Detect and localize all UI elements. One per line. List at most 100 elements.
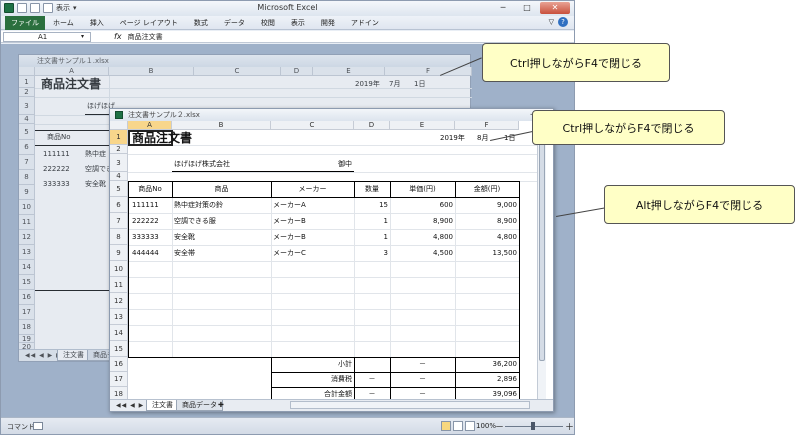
normal-view-icon[interactable] bbox=[441, 421, 451, 431]
table-header-qty[interactable]: 数量 bbox=[354, 186, 390, 193]
cell-maker[interactable]: メーカーB bbox=[273, 218, 306, 225]
row-header[interactable]: 10 bbox=[19, 200, 35, 215]
row-header[interactable]: 6 bbox=[110, 197, 128, 213]
cell-price[interactable]: 4,800 bbox=[390, 234, 453, 241]
row-header[interactable]: 16 bbox=[110, 357, 128, 372]
column-header[interactable]: F bbox=[385, 67, 472, 76]
cell-qty[interactable]: 1 bbox=[354, 234, 388, 241]
row-header[interactable]: 7 bbox=[110, 213, 128, 229]
cell-qty[interactable]: 1 bbox=[354, 218, 388, 225]
select-all-corner[interactable] bbox=[110, 121, 128, 130]
table-header-maker[interactable]: メーカー bbox=[271, 186, 354, 193]
tax-dash[interactable]: － bbox=[354, 376, 390, 383]
cell-qty[interactable]: 3 bbox=[354, 250, 388, 257]
row-header[interactable]: 2 bbox=[110, 145, 128, 154]
row-header[interactable]: 9 bbox=[110, 245, 128, 261]
cell-product-no[interactable]: 444444 bbox=[132, 250, 159, 257]
cell-price[interactable]: 4,500 bbox=[390, 250, 453, 257]
row-header[interactable]: 13 bbox=[110, 309, 128, 325]
select-all-corner[interactable] bbox=[19, 67, 35, 76]
subtotal-value[interactable]: 36,200 bbox=[455, 361, 518, 368]
row-header[interactable]: 10 bbox=[110, 261, 128, 277]
function-icon[interactable]: fx bbox=[114, 32, 122, 41]
tab-page-layout[interactable]: ページ レイアウト bbox=[112, 16, 186, 30]
name-box-dropdown-icon[interactable]: ▾ bbox=[81, 33, 84, 40]
row-header[interactable]: 11 bbox=[110, 277, 128, 293]
sheet-tab-products[interactable]: 商品データ bbox=[176, 400, 223, 411]
row-header[interactable]: 15 bbox=[110, 341, 128, 357]
sheet-tab-order[interactable]: 注文書 bbox=[57, 350, 90, 361]
maximize-button[interactable]: □ bbox=[516, 2, 538, 14]
close-button[interactable]: ✕ bbox=[540, 2, 570, 14]
cell-product-no[interactable]: 222222 bbox=[132, 218, 159, 225]
zoom-slider-thumb[interactable] bbox=[531, 422, 535, 430]
cell-product-no[interactable]: 111111 bbox=[132, 202, 159, 209]
zoom-in-button[interactable]: ＋ bbox=[565, 420, 574, 433]
vertical-scrollbar[interactable] bbox=[537, 121, 546, 399]
total-dash[interactable]: － bbox=[354, 391, 390, 398]
sheet-tab-order[interactable]: 注文書 bbox=[146, 400, 179, 411]
cell-amount[interactable]: 4,800 bbox=[455, 234, 517, 241]
cell-amount[interactable]: 13,500 bbox=[455, 250, 518, 257]
row-header[interactable]: 9 bbox=[19, 185, 35, 200]
row-header[interactable]: 8 bbox=[110, 229, 128, 245]
row-header[interactable]: 8 bbox=[19, 170, 35, 185]
cell-maker[interactable]: メーカーA bbox=[273, 202, 306, 209]
ribbon-collapse-icon[interactable]: ▽ bbox=[549, 18, 554, 26]
column-header[interactable]: D bbox=[354, 121, 390, 130]
column-header[interactable]: D bbox=[281, 67, 313, 76]
cell-product-name[interactable]: 空調できる服 bbox=[174, 218, 216, 225]
tab-addins[interactable]: アドイン bbox=[343, 16, 387, 30]
table-header-amount[interactable]: 金額(円) bbox=[455, 186, 519, 193]
row-header[interactable]: 12 bbox=[110, 293, 128, 309]
table-header-no[interactable]: 商品No bbox=[128, 186, 172, 193]
row-header[interactable]: 1 bbox=[19, 76, 35, 88]
row-header[interactable]: 17 bbox=[19, 305, 35, 320]
row-header[interactable]: 16 bbox=[19, 290, 35, 305]
tab-review[interactable]: 校閲 bbox=[253, 16, 283, 30]
cell-product-no[interactable]: 222222 bbox=[43, 166, 70, 173]
table-header-product[interactable]: 商品 bbox=[172, 186, 271, 193]
cell-product-name[interactable]: 熱中症対策の鈴 bbox=[174, 202, 223, 209]
row-header[interactable]: 17 bbox=[110, 372, 128, 387]
date-month[interactable]: 8月 bbox=[477, 135, 488, 142]
tab-file[interactable]: ファイル bbox=[5, 15, 45, 30]
formula-input[interactable]: 商品注文書 bbox=[128, 32, 163, 42]
cell-amount[interactable]: 8,900 bbox=[455, 218, 517, 225]
onchu-label[interactable]: 御中 bbox=[338, 161, 352, 168]
cell-product-no[interactable]: 333333 bbox=[43, 181, 70, 188]
page-break-view-icon[interactable] bbox=[465, 421, 475, 431]
order-form-heading[interactable]: 商品注文書 bbox=[132, 132, 192, 144]
row-header[interactable]: 4 bbox=[110, 172, 128, 181]
row-header[interactable]: 3 bbox=[110, 154, 128, 172]
vertical-scroll-thumb[interactable] bbox=[539, 131, 545, 361]
zoom-level[interactable]: 100% bbox=[476, 422, 496, 430]
date-day[interactable]: 1日 bbox=[414, 81, 425, 88]
row-header[interactable]: 5 bbox=[110, 181, 128, 197]
column-header[interactable]: A bbox=[35, 67, 109, 76]
page-layout-view-icon[interactable] bbox=[453, 421, 463, 431]
cell-qty[interactable]: 15 bbox=[354, 202, 388, 209]
cell-product-name[interactable]: 安全帯 bbox=[174, 250, 195, 257]
column-header[interactable]: C bbox=[194, 67, 281, 76]
row-header[interactable]: 12 bbox=[19, 230, 35, 245]
tab-view[interactable]: 表示 bbox=[283, 16, 313, 30]
tax-label[interactable]: 消費税 bbox=[271, 376, 352, 383]
zoom-out-button[interactable]: － bbox=[495, 420, 504, 433]
cell-product-no[interactable]: 111111 bbox=[43, 151, 70, 158]
help-icon[interactable]: ? bbox=[558, 17, 568, 27]
row-header[interactable]: 11 bbox=[19, 215, 35, 230]
cell-price[interactable]: 8,900 bbox=[390, 218, 453, 225]
workbook-1-title[interactable]: 注文書サンプル１.xlsx bbox=[19, 55, 470, 67]
row-header[interactable]: 14 bbox=[19, 260, 35, 275]
date-month[interactable]: 7月 bbox=[389, 81, 400, 88]
row-header[interactable]: 4 bbox=[19, 115, 35, 124]
total-value[interactable]: 39,096 bbox=[455, 391, 518, 398]
column-header[interactable]: C bbox=[271, 121, 354, 130]
order-form-heading[interactable]: 商品注文書 bbox=[41, 78, 101, 90]
horizontal-scrollbar[interactable] bbox=[290, 401, 530, 409]
cell-maker[interactable]: メーカーC bbox=[273, 250, 306, 257]
row-header[interactable]: 14 bbox=[110, 325, 128, 341]
cell-product-name[interactable]: 熱中症 bbox=[85, 151, 106, 158]
column-header[interactable]: E bbox=[313, 67, 385, 76]
